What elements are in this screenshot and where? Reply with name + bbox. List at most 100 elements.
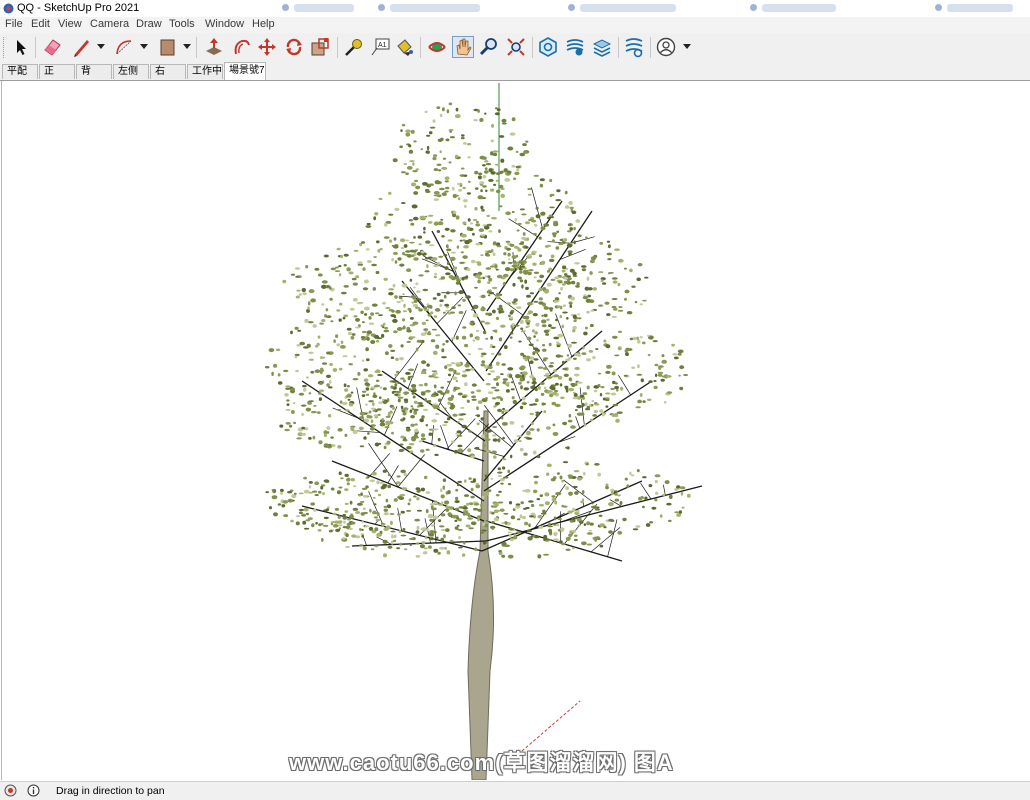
leaf-cluster <box>585 236 588 239</box>
leaf-cluster <box>548 365 553 368</box>
leaf-cluster <box>578 525 581 527</box>
extension-warehouse-button[interactable] <box>564 36 586 58</box>
menu-camera[interactable]: Camera <box>90 18 129 30</box>
scene-tab-2[interactable]: 正 <box>39 64 75 79</box>
leaf-cluster <box>567 354 569 356</box>
scene-tab-1[interactable]: 平配 <box>2 64 38 79</box>
leaf-cluster <box>281 504 285 507</box>
layout-button[interactable] <box>591 36 613 58</box>
menu-window[interactable]: Window <box>205 18 244 30</box>
leaf-cluster <box>575 219 580 223</box>
leaf-cluster <box>566 537 571 541</box>
push-pull-tool-button[interactable] <box>203 36 225 58</box>
leaf-cluster <box>557 305 561 307</box>
menu-help[interactable]: Help <box>252 18 275 30</box>
menu-view[interactable]: View <box>58 18 82 30</box>
user-account-button[interactable] <box>655 36 677 58</box>
leaf-cluster <box>678 375 680 377</box>
leaf-cluster <box>269 506 272 509</box>
eraser-tool-button[interactable] <box>41 36 63 58</box>
leaf-cluster <box>637 340 640 344</box>
extension-manager-button[interactable] <box>623 36 645 58</box>
scene-tab-7[interactable]: 場景號7 <box>224 62 266 80</box>
text-tool-button[interactable]: A1 <box>369 36 391 58</box>
leaf-cluster <box>615 419 620 423</box>
move-icon <box>256 36 278 58</box>
leaf-cluster <box>397 513 401 515</box>
paint-bucket-tool-button[interactable] <box>393 36 415 58</box>
leaf-cluster <box>407 166 413 170</box>
select-tool-button[interactable] <box>9 36 31 58</box>
leaf-cluster <box>625 348 629 352</box>
zoom-extents-tool-button[interactable] <box>505 36 527 58</box>
leaf-cluster <box>464 175 468 177</box>
leaf-cluster <box>533 335 535 338</box>
leaf-cluster <box>290 520 294 523</box>
leaf-cluster <box>440 387 444 389</box>
leaf-cluster <box>620 501 623 505</box>
menu-file[interactable]: File <box>5 18 23 30</box>
leaf-cluster <box>540 226 545 230</box>
leaf-cluster <box>435 413 439 415</box>
menu-draw[interactable]: Draw <box>136 18 162 30</box>
leaf-cluster <box>629 472 631 476</box>
leaf-cluster <box>377 408 382 410</box>
scene-tab-6[interactable]: 工作中 <box>187 64 223 79</box>
leaf-cluster <box>404 399 408 402</box>
menu-edit[interactable]: Edit <box>31 18 50 30</box>
scene-tab-3[interactable]: 背 <box>76 64 112 79</box>
leaf-cluster <box>480 189 483 192</box>
toolbar-separator <box>337 37 338 58</box>
tape-measure-tool-button[interactable] <box>342 36 364 58</box>
leaf-cluster <box>432 329 437 331</box>
leaf-cluster <box>543 554 549 556</box>
leaf-cluster <box>438 262 440 266</box>
3d-warehouse-button[interactable] <box>537 36 559 58</box>
zoom-tool-button[interactable] <box>478 36 500 58</box>
geo-location-icon[interactable] <box>4 784 17 797</box>
orbit-tool-button[interactable] <box>426 36 448 58</box>
leaf-cluster <box>529 515 534 517</box>
leaf-cluster <box>520 328 523 330</box>
scene-tab-4[interactable]: 左侧 <box>113 64 149 79</box>
leaf-cluster <box>508 262 513 264</box>
leaf-cluster <box>393 158 398 162</box>
leaf-cluster <box>296 296 300 299</box>
line-tool-button[interactable] <box>70 36 92 58</box>
user-account-dropdown[interactable] <box>683 44 691 49</box>
drawing-viewport[interactable] <box>1 81 1030 780</box>
pan-tool-button[interactable] <box>452 36 474 58</box>
menu-tools[interactable]: Tools <box>169 18 195 30</box>
shape-tool-dropdown[interactable] <box>183 44 191 49</box>
leaf-cluster <box>661 379 665 382</box>
leaf-cluster <box>353 355 356 357</box>
toolbar-grip[interactable] <box>3 37 6 58</box>
rotate-tool-button[interactable] <box>283 36 305 58</box>
leaf-cluster <box>574 353 579 357</box>
info-icon[interactable] <box>27 784 40 797</box>
scale-tool-button[interactable] <box>309 36 331 58</box>
leaf-cluster <box>362 394 366 397</box>
line-tool-dropdown[interactable] <box>97 44 105 49</box>
move-tool-button[interactable] <box>256 36 278 58</box>
leaf-cluster <box>502 363 506 366</box>
leaf-cluster <box>520 501 524 504</box>
scene-tab-5[interactable]: 右 <box>150 64 186 79</box>
leaf-cluster <box>355 327 361 329</box>
leaf-cluster <box>360 445 364 447</box>
leaf-cluster <box>538 301 543 304</box>
leaf-cluster <box>457 529 463 531</box>
leaf-cluster <box>404 473 407 477</box>
leaf-cluster <box>278 503 282 505</box>
leaf-cluster <box>507 253 510 257</box>
leaf-cluster <box>283 500 288 504</box>
shape-tool-button[interactable] <box>156 36 178 58</box>
leaf-cluster <box>636 374 642 376</box>
leaf-cluster <box>404 254 409 256</box>
arc-tool-dropdown[interactable] <box>140 44 148 49</box>
leaf-cluster <box>315 345 318 348</box>
arc-tool-button[interactable] <box>113 36 135 58</box>
leaf-cluster <box>279 425 283 428</box>
offset-tool-button[interactable] <box>230 36 252 58</box>
leaf-cluster <box>494 517 499 521</box>
